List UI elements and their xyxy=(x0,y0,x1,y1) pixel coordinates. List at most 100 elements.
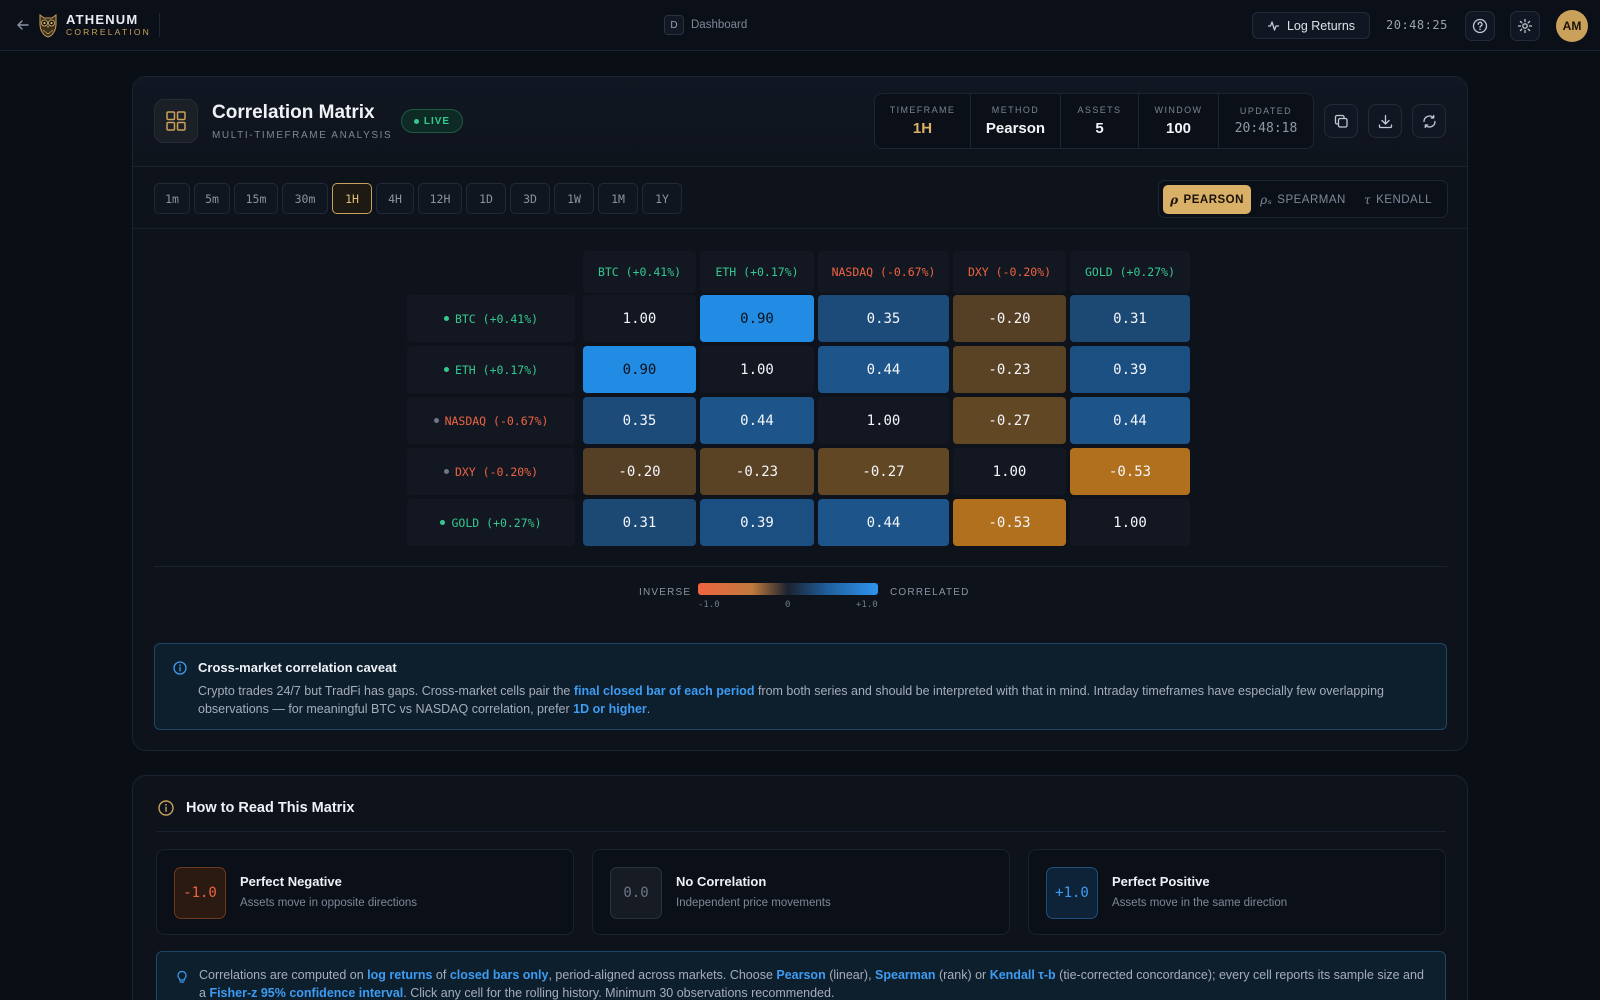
explain-perfect-negative: -1.0 Perfect Negative Assets move in opp… xyxy=(156,849,574,935)
matrix-cell[interactable]: 0.44 xyxy=(818,499,949,546)
stat-value: 1H xyxy=(912,120,933,137)
live-dot-icon xyxy=(413,118,419,124)
timeframe-1y-button[interactable]: 1Y xyxy=(642,183,682,214)
method-spearman[interactable]: ρₛ SPEARMAN xyxy=(1255,185,1351,214)
timeframe-4h-button[interactable]: 4H xyxy=(376,183,414,214)
row-header: NASDAQ (-0.67%) xyxy=(407,397,575,444)
legend-inverse-label: INVERSE xyxy=(639,587,692,598)
caveat-title: Cross-market correlation caveat xyxy=(198,660,397,675)
matrix-cell[interactable]: 0.31 xyxy=(583,499,696,546)
method-kendall[interactable]: τ KENDALL xyxy=(1355,185,1441,214)
timeframe-3d-button[interactable]: 3D xyxy=(510,183,550,214)
settings-button[interactable] xyxy=(1510,11,1540,41)
matrix-cell[interactable]: 0.44 xyxy=(1070,397,1190,444)
note-text-part: of xyxy=(432,968,450,982)
matrix-cell[interactable]: -0.53 xyxy=(953,499,1066,546)
how-to-read-title: How to Read This Matrix xyxy=(186,800,355,816)
matrix-cell[interactable]: 0.39 xyxy=(1070,346,1190,393)
stats-panel: TIMEFRAME 1H METHOD Pearson ASSETS 5 WIN… xyxy=(874,93,1314,149)
timeframe-15m-button[interactable]: 15m xyxy=(234,183,278,214)
timeframe-5m-button[interactable]: 5m xyxy=(194,183,230,214)
caveat-text: Crypto trades 24/7 but TradFi has gaps. … xyxy=(198,682,1428,718)
matrix-cell[interactable]: -0.20 xyxy=(953,295,1066,342)
method-symbol: ρ xyxy=(1170,192,1179,207)
page-subtitle: MULTI-TIMEFRAME ANALYSIS xyxy=(212,130,393,141)
matrix-cell[interactable]: 0.39 xyxy=(700,499,814,546)
timeframe-12h-button[interactable]: 12H xyxy=(418,183,462,214)
user-avatar[interactable]: AM xyxy=(1556,10,1588,42)
owl-logo-icon xyxy=(39,14,57,38)
legend-color-scale xyxy=(698,583,878,595)
matrix-cell[interactable]: -0.27 xyxy=(818,448,949,495)
download-button[interactable] xyxy=(1368,104,1402,138)
caveat-text-part: Crypto trades 24/7 but TradFi has gaps. … xyxy=(198,684,574,698)
note-highlight: Pearson xyxy=(776,968,826,982)
breadcrumb-key: D xyxy=(664,15,684,35)
timeframe-1h-button[interactable]: 1H xyxy=(332,183,372,214)
stat-window: WINDOW 100 xyxy=(1139,94,1219,148)
brand-divider xyxy=(159,13,160,37)
help-icon xyxy=(1472,18,1488,34)
caveat-highlight: final closed bar of each period xyxy=(573,684,755,698)
timeframe-30m-button[interactable]: 30m xyxy=(282,183,328,214)
matrix-cell[interactable]: 1.00 xyxy=(953,448,1066,495)
matrix-cell[interactable]: -0.23 xyxy=(700,448,814,495)
live-badge: LIVE xyxy=(401,109,463,133)
method-symbol: ρₛ xyxy=(1260,192,1273,207)
asset-dot-icon xyxy=(443,469,449,474)
timeframe-1d-button[interactable]: 1D xyxy=(466,183,506,214)
grid-icon xyxy=(154,99,198,143)
matrix-cell[interactable]: -0.53 xyxy=(1070,448,1190,495)
method-label: SPEARMAN xyxy=(1277,193,1346,206)
explain-perfect-positive: +1.0 Perfect Positive Assets move in the… xyxy=(1028,849,1446,935)
timeframe-1m-button[interactable]: 1m xyxy=(154,183,190,214)
matrix-cell[interactable]: 0.35 xyxy=(583,397,696,444)
breadcrumb[interactable]: D Dashboard xyxy=(664,15,747,35)
stat-label: TIMEFRAME xyxy=(889,105,956,115)
stat-value: Pearson xyxy=(985,120,1046,137)
matrix-cell[interactable]: 0.44 xyxy=(700,397,814,444)
matrix-cell[interactable]: 1.00 xyxy=(818,397,949,444)
badge-positive: +1.0 xyxy=(1046,867,1098,919)
note-highlight: Kendall τ-b xyxy=(989,968,1056,982)
divider xyxy=(156,831,1446,832)
matrix-cell[interactable]: 0.44 xyxy=(818,346,949,393)
matrix-cell[interactable]: -0.20 xyxy=(583,448,696,495)
breadcrumb-label: Dashboard xyxy=(691,19,748,31)
back-arrow-icon[interactable] xyxy=(14,14,32,36)
row-header: ETH (+0.17%) xyxy=(407,346,575,393)
stat-method: METHOD Pearson xyxy=(971,94,1061,148)
brand[interactable]: ATHENUM CORRELATION xyxy=(36,11,151,39)
refresh-icon xyxy=(1422,114,1436,128)
info-icon xyxy=(158,800,174,816)
matrix-cell[interactable]: 1.00 xyxy=(1070,499,1190,546)
log-returns-button[interactable]: Log Returns xyxy=(1252,12,1370,39)
matrix-cell[interactable]: 1.00 xyxy=(700,346,814,393)
stat-label: WINDOW xyxy=(1154,105,1203,115)
row-header: GOLD (+0.27%) xyxy=(407,499,575,546)
method-pearson[interactable]: ρ PEARSON xyxy=(1163,185,1251,214)
matrix-cell[interactable]: 1.00 xyxy=(583,295,696,342)
copy-button[interactable] xyxy=(1324,104,1358,138)
matrix-cell[interactable]: 0.31 xyxy=(1070,295,1190,342)
stat-updated: UPDATED 20:48:18 xyxy=(1219,94,1313,148)
row-label: GOLD (+0.27%) xyxy=(451,515,542,530)
row-label: ETH (+0.17%) xyxy=(454,362,539,377)
lightbulb-icon xyxy=(177,970,187,983)
refresh-button[interactable] xyxy=(1412,104,1446,138)
row-header: BTC (+0.41%) xyxy=(407,295,575,342)
top-bar: ATHENUM CORRELATION D Dashboard Log Retu… xyxy=(0,0,1600,51)
column-header: NASDAQ (-0.67%) xyxy=(818,251,949,293)
matrix-cell[interactable]: 0.90 xyxy=(583,346,696,393)
brand-name: ATHENUM xyxy=(66,12,139,28)
timeframe-1m-button[interactable]: 1M xyxy=(598,183,638,214)
legend-max: +1.0 xyxy=(856,600,878,610)
matrix-cell[interactable]: 0.90 xyxy=(700,295,814,342)
matrix-cell[interactable]: 0.35 xyxy=(818,295,949,342)
matrix-cell[interactable]: -0.23 xyxy=(953,346,1066,393)
help-button[interactable] xyxy=(1465,11,1495,41)
timeframe-1w-button[interactable]: 1W xyxy=(554,183,594,214)
stat-value: 5 xyxy=(1095,120,1104,137)
note-text-part: Correlations are computed on xyxy=(199,968,368,982)
matrix-cell[interactable]: -0.27 xyxy=(953,397,1066,444)
